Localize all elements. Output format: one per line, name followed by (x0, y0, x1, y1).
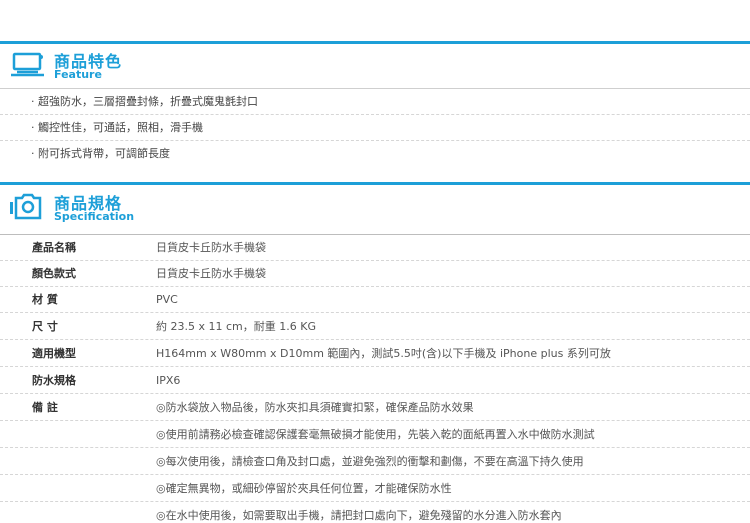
spec-label: 備 註 (32, 401, 58, 414)
spec-note-row: ◎使用前請務必檢查確認保護套毫無破損才能使用，先裝入乾的面紙再置入水中做防水測試 (0, 421, 750, 448)
spec-value: 日貨皮卡丘防水手機袋 (156, 241, 266, 254)
monitor-icon (11, 52, 44, 77)
spec-value: ◎防水袋放入物品後，防水夾扣具須確實扣緊，確保產品防水效果 (156, 401, 474, 414)
feature-subtitle: Feature (54, 68, 102, 81)
camera-icon (10, 193, 42, 220)
spec-row-size: 尺 寸 約 23.5 x 11 cm，耐重 1.6 KG (0, 313, 750, 340)
spec-label: 顏色款式 (32, 267, 76, 280)
spec-note-row: ◎每次使用後，請檢查口角及封口處，並避免強烈的衝擊和劃傷，不要在高溫下持久使用 (0, 448, 750, 475)
spec-section-header: 商品規格 Specification (0, 186, 750, 230)
spec-row-waterproof: 防水規格 IPX6 (0, 367, 750, 394)
spec-row-color: 顏色款式 日貨皮卡丘防水手機袋 (0, 261, 750, 287)
spec-subtitle: Specification (54, 210, 135, 223)
feature-list: 超強防水，三層摺疊封條，折疊式魔鬼氈封口 觸控性佳，可通話，照相，滑手機 附可拆… (0, 89, 750, 167)
spec-note: ◎確定無異物，或細砂停留於夾具任何位置，才能確保防水性 (156, 482, 452, 495)
spec-value: 約 23.5 x 11 cm，耐重 1.6 KG (156, 320, 316, 333)
spec-row-notes: 備 註 ◎防水袋放入物品後，防水夾扣具須確實扣緊，確保產品防水效果 (0, 394, 750, 421)
spec-value: IPX6 (156, 374, 181, 387)
spec-section-top-line (0, 182, 750, 185)
spec-label: 防水規格 (32, 374, 76, 387)
feature-item: 觸控性佳，可通話，照相，滑手機 (0, 115, 750, 141)
feature-section-header: 商品特色 Feature (0, 44, 750, 88)
feature-item: 附可拆式背帶，可調節長度 (0, 141, 750, 167)
spec-note: ◎在水中使用後，如需要取出手機，請把封口處向下，避免殘留的水分進入防水套內 (156, 509, 562, 522)
spec-value: PVC (156, 293, 178, 306)
product-info-page: 商品特色 Feature 超強防水，三層摺疊封條，折疊式魔鬼氈封口 觸控性佳，可… (0, 0, 750, 523)
spec-note-row: ◎在水中使用後，如需要取出手機，請把封口處向下，避免殘留的水分進入防水套內 (0, 502, 750, 523)
spec-note-row: ◎確定無異物，或細砂停留於夾具任何位置，才能確保防水性 (0, 475, 750, 502)
spec-note: ◎使用前請務必檢查確認保護套毫無破損才能使用，先裝入乾的面紙再置入水中做防水測試 (156, 428, 595, 441)
spec-row-name: 產品名稱 日貨皮卡丘防水手機袋 (0, 235, 750, 261)
spec-row-compatible: 適用機型 H164mm x W80mm x D10mm 範圍內，測試5.5吋(含… (0, 340, 750, 367)
spec-label: 材 質 (32, 293, 58, 306)
spec-value: 日貨皮卡丘防水手機袋 (156, 267, 266, 280)
spec-label: 尺 寸 (32, 320, 58, 333)
spec-row-material: 材 質 PVC (0, 287, 750, 313)
spec-label: 產品名稱 (32, 241, 76, 254)
spec-note: ◎每次使用後，請檢查口角及封口處，並避免強烈的衝擊和劃傷，不要在高溫下持久使用 (156, 455, 584, 468)
spec-table: 產品名稱 日貨皮卡丘防水手機袋 顏色款式 日貨皮卡丘防水手機袋 材 質 PVC … (0, 234, 750, 523)
spec-label: 適用機型 (32, 347, 76, 360)
spec-value: H164mm x W80mm x D10mm 範圍內，測試5.5吋(含)以下手機… (156, 347, 611, 360)
feature-item: 超強防水，三層摺疊封條，折疊式魔鬼氈封口 (0, 89, 750, 115)
